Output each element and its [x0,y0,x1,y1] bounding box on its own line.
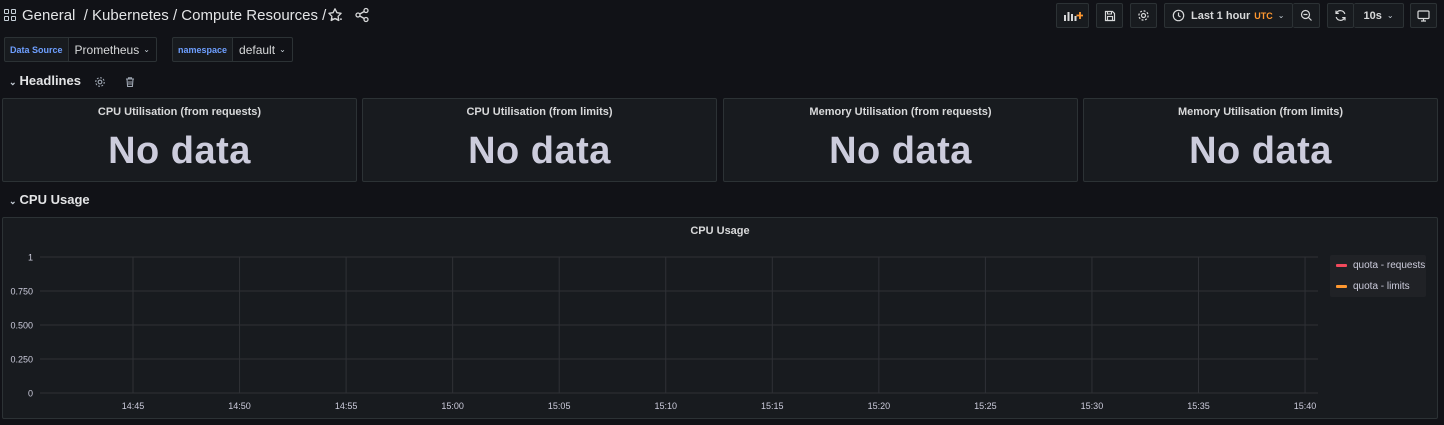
x-tick-label: 15:20 [868,401,891,411]
y-tick-label: 0 [28,389,33,399]
x-tick-label: 15:35 [1187,401,1210,411]
x-tick-label: 14:55 [335,401,358,411]
x-tick-label: 14:50 [228,401,251,411]
x-tick-label: 15:05 [548,401,571,411]
x-tick-label: 15:30 [1081,401,1104,411]
x-tick-label: 14:45 [122,401,145,411]
x-tick-label: 15:15 [761,401,784,411]
y-tick-label: 0.250 [10,355,33,365]
x-tick-label: 15:00 [441,401,464,411]
x-tick-label: 15:10 [654,401,677,411]
y-tick-label: 0.750 [10,287,33,297]
y-tick-label: 0.500 [10,321,33,331]
chart-legend: quota - requests quota - limits [1330,255,1426,297]
x-tick-label: 15:40 [1294,401,1317,411]
legend-item[interactable]: quota - limits [1336,281,1410,292]
y-tick-label: 1 [28,253,33,263]
cpu-usage-chart: 0 0.250 0.500 0.750 1 14:45 14:50 14:55 15:00 15:… [10,253,1318,411]
legend-label: quota - limits [1353,281,1410,292]
legend-swatch [1336,285,1347,288]
legend-item[interactable]: quota - requests [1336,260,1425,271]
legend-label: quota - requests [1353,260,1426,271]
legend-swatch [1336,264,1347,267]
x-tick-label: 15:25 [974,401,997,411]
